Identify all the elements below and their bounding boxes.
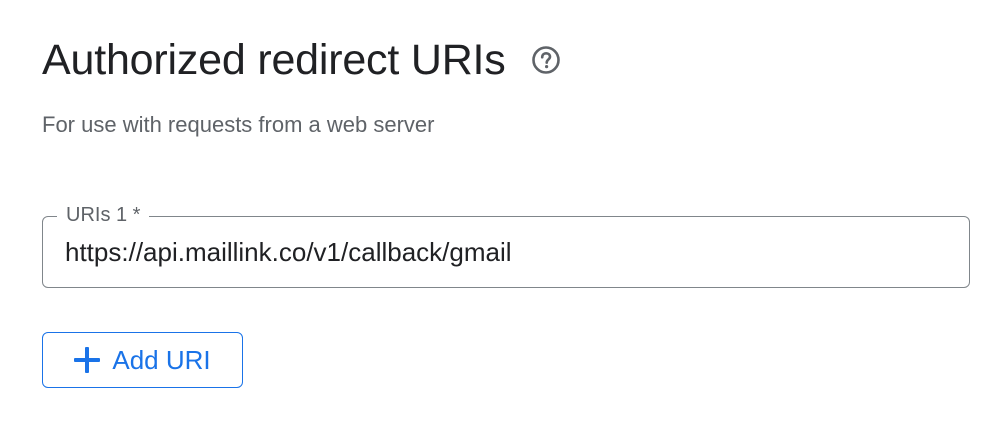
section-subtitle: For use with requests from a web server (42, 112, 435, 137)
title-row: Authorized redirect URIs (42, 34, 562, 86)
redirect-uris-section: Authorized redirect URIs For use with re… (0, 0, 1006, 439)
section-title: Authorized redirect URIs (42, 36, 506, 84)
add-uri-label: Add URI (112, 345, 211, 375)
uri-input[interactable] (65, 217, 953, 287)
help-circle-icon (531, 46, 560, 74)
uri-field[interactable]: URIs 1 * (42, 202, 970, 288)
add-uri-button[interactable]: Add URI (42, 332, 243, 388)
plus-icon (74, 347, 101, 373)
help-icon[interactable] (530, 44, 562, 76)
